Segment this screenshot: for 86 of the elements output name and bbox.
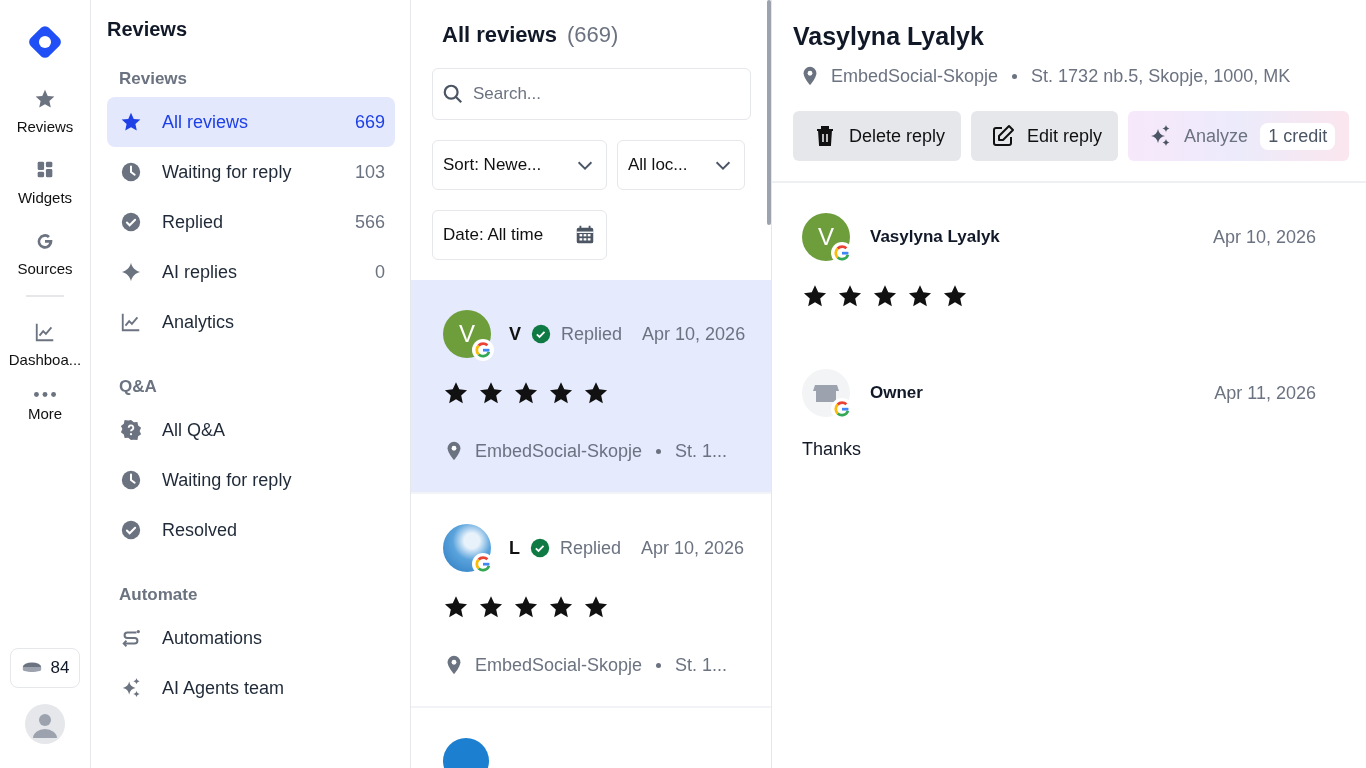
rail-nav-item[interactable]: Dashboa... [8, 321, 82, 368]
location-address: St. 1... [675, 440, 728, 462]
star-icon [802, 283, 828, 309]
rail-nav-item[interactable]: Sources [17, 230, 73, 277]
review-card[interactable]: L Replied Apr 10, 2026 EmbedSocial-Skopje St. 1... [411, 494, 771, 708]
reviewer-name: V [509, 323, 521, 345]
star-icon [443, 594, 469, 620]
search-field[interactable]: Search... [432, 68, 751, 120]
edit-pencil-icon [991, 124, 1016, 148]
credits-count: 84 [50, 658, 70, 678]
panel-title: Reviews [107, 18, 189, 41]
nav-item[interactable]: Waiting for reply [107, 455, 395, 505]
star-icon [942, 283, 968, 309]
nav-item[interactable]: All reviews 669 [107, 97, 395, 147]
user-avatar-icon[interactable] [25, 704, 65, 744]
star-icon [478, 380, 504, 406]
section-heading: Reviews [119, 69, 189, 89]
reviewer-name: Vasylyna Lyalyk [870, 227, 1001, 247]
review-count: (669) [566, 22, 619, 48]
review-date: Apr 10, 2026 [1212, 226, 1316, 248]
verified-check-icon [530, 538, 550, 558]
analyze-button[interactable]: Analyze 1 credit [1128, 111, 1350, 161]
star-icon [583, 380, 609, 406]
line-chart-icon [120, 311, 142, 333]
status-label: Replied [560, 537, 622, 559]
section-heading: Q&A [119, 377, 158, 397]
star-icon [583, 594, 609, 620]
question-badge-icon [120, 419, 142, 441]
filter-dropdown[interactable]: Sort: Newe... [432, 140, 607, 190]
star-icon [513, 594, 539, 620]
star-icon [872, 283, 898, 309]
star-icon [907, 283, 933, 309]
delete-reply-button[interactable]: Delete reply [793, 111, 962, 161]
star-icon [478, 594, 504, 620]
nav-item[interactable]: Waiting for reply 103 [107, 147, 395, 197]
star-icon [548, 594, 574, 620]
clock-icon [120, 161, 142, 183]
more-dots-icon [34, 392, 56, 397]
reviewer-name: Vasylyna Lyalyk [793, 22, 985, 51]
reply-date: Apr 11, 2026 [1214, 382, 1316, 404]
search-icon [442, 83, 464, 105]
edit-reply-button[interactable]: Edit reply [971, 111, 1119, 161]
check-circle-icon [120, 519, 142, 541]
nav-item[interactable]: AI Agents team [107, 663, 395, 713]
clock-icon [120, 469, 142, 491]
star-icon [120, 111, 142, 133]
google-logo-icon [831, 398, 853, 420]
nav-item[interactable]: AI replies 0 [107, 247, 395, 297]
credits-counter[interactable]: 84 [9, 648, 81, 688]
calendar-icon [574, 224, 596, 246]
star-icon [34, 88, 56, 110]
status-label: Replied [561, 323, 623, 345]
reply-text: Thanks [802, 439, 863, 460]
star-icon [443, 380, 469, 406]
location-address: St. 1732 nb.5, Skopje, 1000, MK [1031, 65, 1291, 87]
rail-nav-item[interactable]: Reviews [16, 88, 74, 135]
reply-author: Owner [870, 383, 924, 403]
star-icon [548, 380, 574, 406]
google-logo-icon [472, 553, 494, 575]
nav-item[interactable]: Resolved [107, 505, 395, 555]
rail-nav-item[interactable]: Widgets [17, 159, 73, 206]
verified-check-icon [531, 324, 551, 344]
reviewer-name: L [509, 537, 520, 559]
rail-nav-item[interactable]: More [27, 392, 63, 422]
location-name: EmbedSocial-Skopje [475, 440, 643, 462]
credit-badge: 1 credit [1260, 122, 1336, 150]
list-title: All reviews [442, 22, 557, 48]
nav-item[interactable]: Analytics [107, 297, 395, 347]
date-filter-button[interactable]: Date: All time [432, 210, 607, 260]
review-date: Apr 10, 2026 [641, 537, 745, 559]
review-date: Apr 10, 2026 [642, 323, 746, 345]
nav-item[interactable]: All Q&A [107, 405, 395, 455]
line-chart-icon [34, 321, 56, 343]
sparkle-icon [120, 261, 142, 283]
star-icon [513, 380, 539, 406]
filter-dropdown[interactable]: All loc... [617, 140, 745, 190]
check-circle-icon [120, 211, 142, 233]
star-icon [837, 283, 863, 309]
location-address: St. 1... [675, 654, 728, 676]
automation-arrows-icon [120, 627, 142, 649]
nav-item[interactable]: Replied 566 [107, 197, 395, 247]
review-card[interactable]: V V Replied Apr 10, 2026 EmbedSocial-Skopje St. 1... [411, 280, 771, 494]
location-name: EmbedSocial-Skopje [475, 654, 643, 676]
nav-item[interactable]: Automations [107, 613, 395, 663]
section-heading: Automate [119, 585, 199, 605]
location-name: EmbedSocial-Skopje [831, 65, 999, 87]
